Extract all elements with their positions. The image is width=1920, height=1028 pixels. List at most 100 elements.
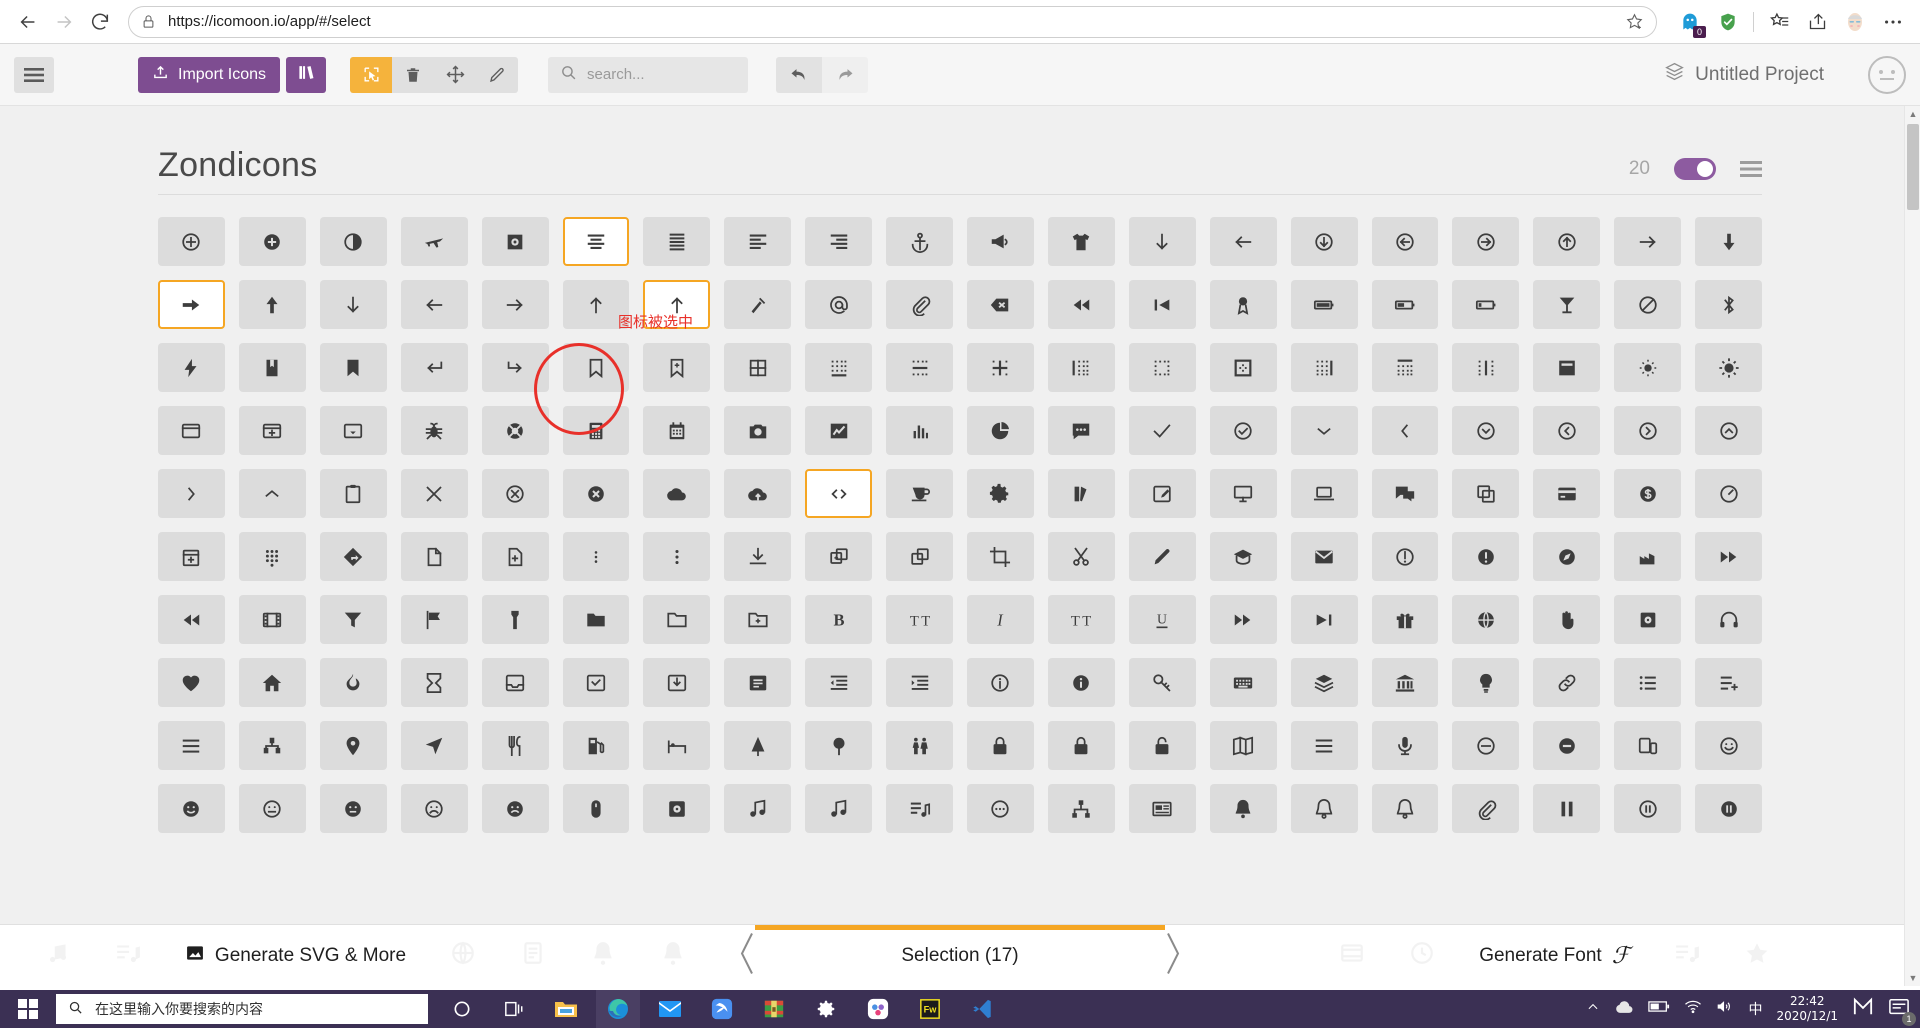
icon-cell-hot[interactable]: [319, 658, 387, 707]
icon-cell-checkmark[interactable]: [1128, 406, 1196, 455]
icon-cell-bluetooth[interactable]: [1695, 280, 1762, 329]
icon-cell-conversation[interactable]: [1371, 469, 1439, 518]
icon-cell-network[interactable]: [1047, 784, 1115, 833]
icon-cell-arrow-thick-up[interactable]: [238, 280, 306, 329]
icon-cell-cog[interactable]: [967, 469, 1034, 518]
icon-library-button[interactable]: [286, 56, 327, 93]
icon-cell-inbox-check[interactable]: [562, 658, 630, 707]
icon-cell-mood-happy-outline[interactable]: [1695, 721, 1762, 770]
icon-cell-list-bullet[interactable]: [158, 721, 225, 770]
icon-cell-notification[interactable]: [1209, 784, 1277, 833]
icon-cell-arrow-thick-right[interactable]: [158, 280, 225, 329]
icon-cell-computer-desktop[interactable]: [1209, 469, 1277, 518]
task-view-icon[interactable]: [492, 990, 536, 1028]
icon-cell-heart[interactable]: [158, 658, 225, 707]
icon-cell-mood-sad-solid[interactable]: [481, 784, 549, 833]
icon-cell-adjust-contrast[interactable]: [319, 217, 387, 266]
icon-cell-border-horizontal[interactable]: [886, 343, 953, 392]
icon-cell-brightness-low[interactable]: [1614, 343, 1682, 392]
icon-cell-beverage[interactable]: [1533, 280, 1601, 329]
favorite-star-icon[interactable]: [1625, 12, 1644, 31]
icon-cell-notification-off[interactable]: [1290, 784, 1358, 833]
icon-cell-music-playlist[interactable]: [886, 784, 953, 833]
icon-cell-browser-window[interactable]: [158, 406, 225, 455]
set-menu-icon[interactable]: [1740, 161, 1762, 177]
icon-cell-arrow-thin-left[interactable]: [1209, 217, 1277, 266]
windows-start-icon[interactable]: [0, 990, 56, 1028]
icon-cell-mouse[interactable]: [562, 784, 630, 833]
icon-cell-map[interactable]: [1209, 721, 1277, 770]
search-input[interactable]: search...: [548, 56, 749, 93]
icon-cell-close-solid[interactable]: [562, 469, 630, 518]
icon-cell-align-center[interactable]: [562, 217, 630, 266]
cortana-icon[interactable]: [440, 990, 484, 1028]
icon-cell-music-notes[interactable]: [805, 784, 873, 833]
undo-arrow-icon[interactable]: [776, 56, 823, 93]
icon-cell-minus-outline[interactable]: [1452, 721, 1520, 770]
icon-cell-folder-outline[interactable]: [643, 595, 711, 644]
icon-cell-cheveron-outline-right[interactable]: [1614, 406, 1682, 455]
icon-cell-battery-low[interactable]: [1452, 280, 1520, 329]
icon-cell-airplane[interactable]: [400, 217, 468, 266]
icon-cell-anchor[interactable]: [886, 217, 953, 266]
icon-cell-menu[interactable]: [1290, 721, 1358, 770]
icon-cell-keyboard[interactable]: [1209, 658, 1277, 707]
reload-icon[interactable]: [82, 4, 118, 40]
icon-cell-bookmark-solid[interactable]: [319, 343, 387, 392]
icon-cell-information-outline[interactable]: [967, 658, 1034, 707]
icon-cell-arrow-thin-right-2[interactable]: [481, 280, 549, 329]
icon-cell-browser-window-open[interactable]: [319, 406, 387, 455]
icon-cell-border-outer[interactable]: [1209, 343, 1277, 392]
icon-cell-browser-window-new[interactable]: [238, 406, 306, 455]
icon-cell-align-justify[interactable]: [643, 217, 711, 266]
settings-gear-icon[interactable]: [804, 990, 848, 1028]
icon-cell-calendar[interactable]: [643, 406, 711, 455]
scrollbar-thumb[interactable]: [1907, 124, 1919, 210]
icon-cell-home[interactable]: [238, 658, 306, 707]
icon-cell-mood-neutral-solid[interactable]: [319, 784, 387, 833]
icon-cell-arrow-outline-left[interactable]: [1371, 217, 1439, 266]
page-scrollbar[interactable]: ▲ ▼: [1904, 106, 1920, 986]
icon-cell-paperclip[interactable]: [1452, 784, 1520, 833]
icon-cell-close[interactable]: [400, 469, 468, 518]
icon-cell-flag[interactable]: [400, 595, 468, 644]
icon-cell-minus-solid[interactable]: [1533, 721, 1601, 770]
vscode-icon[interactable]: [960, 990, 1004, 1028]
icon-cell-arrow-thin-down[interactable]: [1128, 217, 1196, 266]
icon-cell-list[interactable]: [1614, 658, 1682, 707]
icon-cell-music-album[interactable]: [643, 784, 711, 833]
icon-cell-pause-solid[interactable]: [1695, 784, 1762, 833]
icon-cell-forward[interactable]: [1209, 595, 1277, 644]
icon-cell-border-top[interactable]: [1371, 343, 1439, 392]
icon-cell-format-underline[interactable]: U: [1128, 595, 1196, 644]
icon-cell-chat-bubble-dots[interactable]: [1047, 406, 1115, 455]
icon-cell-duplicate[interactable]: [886, 532, 953, 581]
icon-cell-exclamation-solid[interactable]: [1452, 532, 1520, 581]
icon-cell-bug[interactable]: [400, 406, 468, 455]
icon-cell-date-add[interactable]: [158, 532, 225, 581]
icon-cell-arrow-pointer[interactable]: [724, 280, 792, 329]
icon-cell-arrow-outline-right[interactable]: [1452, 217, 1520, 266]
ghostery-extension-icon[interactable]: 0: [1673, 5, 1707, 39]
icon-cell-cheveron-outline-left[interactable]: [1533, 406, 1601, 455]
taskbar-clock[interactable]: 22:42 2020/12/1: [1776, 994, 1838, 1024]
pencil-icon[interactable]: [476, 56, 519, 93]
icon-cell-location-hotel[interactable]: [643, 721, 711, 770]
trash-icon[interactable]: [392, 56, 435, 93]
icon-cell-location-food[interactable]: [481, 721, 549, 770]
icon-cell-factory[interactable]: [1614, 532, 1682, 581]
share-icon[interactable]: [1800, 5, 1834, 39]
icon-cell-location-current[interactable]: [400, 721, 468, 770]
icon-cell-hard-drive[interactable]: [1614, 595, 1682, 644]
icon-cell-film[interactable]: [238, 595, 306, 644]
icon-cell-information-solid[interactable]: [1047, 658, 1115, 707]
icon-cell-dot-3-vertical[interactable]: [562, 532, 630, 581]
icon-cell-bookmark-outline-add[interactable]: [643, 343, 711, 392]
icon-cell-brightness-high[interactable]: [1695, 343, 1762, 392]
icon-cell-hour-glass[interactable]: [400, 658, 468, 707]
icon-cell-border-right[interactable]: [1290, 343, 1358, 392]
icon-cell-align-right[interactable]: [805, 217, 873, 266]
project-selector[interactable]: Untitled Project: [1664, 61, 1824, 88]
icon-cell-document-add[interactable]: [481, 532, 549, 581]
icon-cell-location-marina[interactable]: [724, 721, 792, 770]
